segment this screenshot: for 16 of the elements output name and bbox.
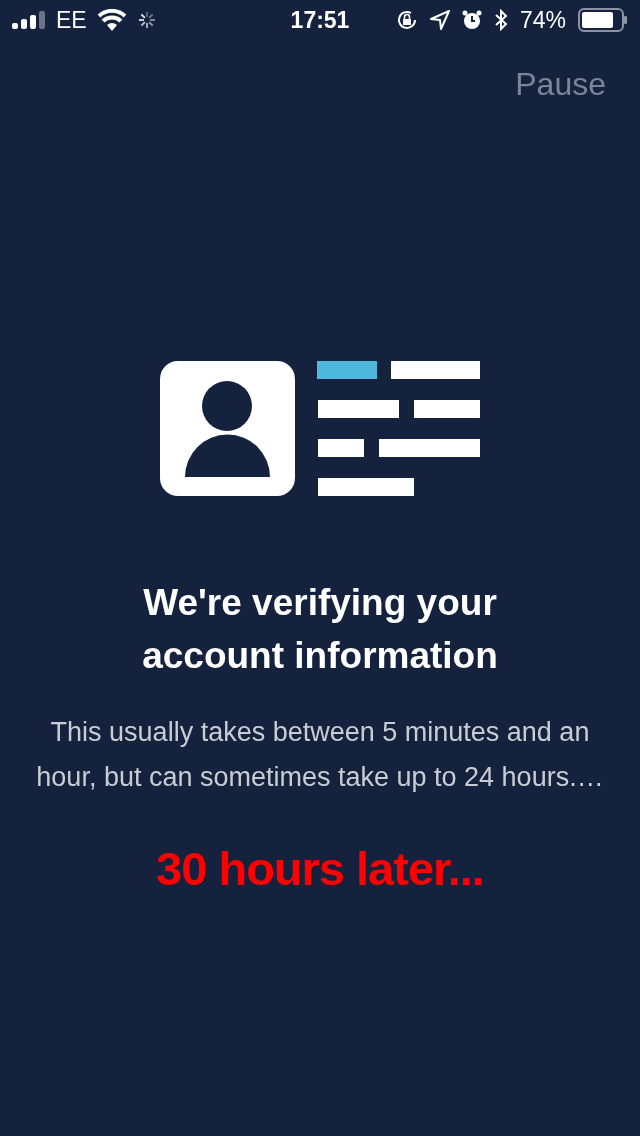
- pause-button[interactable]: Pause: [515, 64, 606, 104]
- bluetooth-icon: [493, 9, 508, 31]
- signal-icon: [12, 11, 46, 29]
- clock-time: 17:51: [290, 6, 350, 34]
- verification-title: We're verifying your account information: [141, 581, 499, 678]
- verification-message: This usually takes between 5 minutes and an hour, but can sometimes take up to 24 hours.…: [35, 716, 605, 794]
- rotation-lock-icon: [395, 9, 418, 31]
- location-arrow-icon: [429, 10, 450, 30]
- loading-spinner-icon: [136, 10, 157, 30]
- wifi-icon: [96, 9, 127, 31]
- battery-icon: [578, 8, 628, 32]
- alarm-clock-icon: [461, 10, 482, 30]
- battery-percent: 74%: [519, 6, 566, 34]
- caption-text: 30 hours later...: [156, 841, 484, 896]
- id-card-icon: [160, 360, 480, 496]
- carrier-name: EE: [56, 6, 87, 34]
